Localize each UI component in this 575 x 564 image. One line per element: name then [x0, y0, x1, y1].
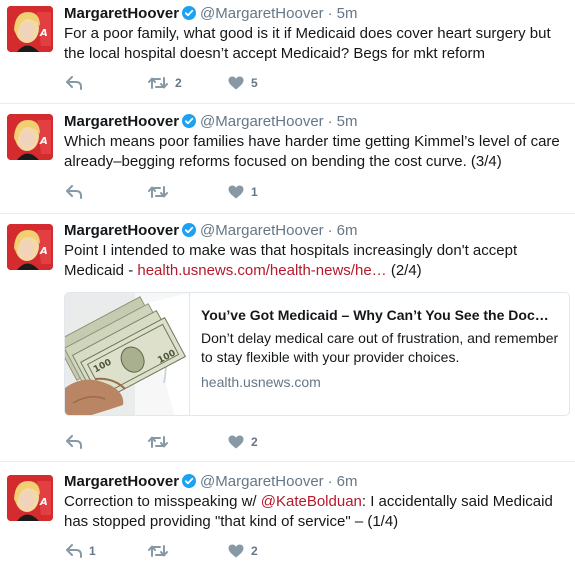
retweet-button[interactable]	[148, 541, 175, 561]
separator-dot: ·	[327, 5, 333, 22]
tweet-text-body: Correction to misspeaking w/	[64, 493, 261, 510]
tweet[interactable]: A MargaretHoover @MargaretHoover · 5m For a…	[0, 0, 575, 104]
tweet-timestamp[interactable]: 6m	[337, 473, 358, 490]
reply-button[interactable]: 1	[66, 541, 96, 561]
author-handle[interactable]: @MargaretHoover	[200, 222, 324, 239]
tweet-header: MargaretHoover @MargaretHoover · 6m	[64, 472, 358, 492]
like-button[interactable]: 5	[228, 73, 258, 93]
card-image-money: 100 100	[65, 293, 190, 415]
reply-button[interactable]	[66, 73, 89, 93]
tweet-text-suffix: (2/4)	[386, 262, 422, 279]
tweet-header: MargaretHoover @MargaretHoover · 5m	[64, 112, 358, 132]
verified-badge-icon	[182, 6, 197, 26]
author-handle[interactable]: @MargaretHoover	[200, 5, 324, 22]
tweet-header: MargaretHoover @MargaretHoover · 6m	[64, 221, 358, 241]
retweet-icon	[148, 76, 168, 90]
tweet-timestamp[interactable]: 5m	[337, 5, 358, 22]
avatar[interactable]: A	[7, 224, 53, 270]
avatar[interactable]: A	[7, 6, 53, 52]
verified-badge-icon	[182, 223, 197, 243]
svg-text:A: A	[39, 497, 48, 508]
avatar[interactable]: A	[7, 114, 53, 160]
reply-count: 1	[89, 544, 96, 558]
like-count: 5	[251, 76, 258, 90]
retweet-button[interactable]	[148, 432, 175, 452]
retweet-button[interactable]	[148, 182, 175, 202]
heart-icon	[228, 435, 244, 449]
card-title: You’ve Got Medicaid – Why Can’t You See …	[201, 307, 549, 323]
heart-icon	[228, 185, 244, 199]
tweet[interactable]: A MargaretHoover @MargaretHoover · 6m Point…	[0, 214, 575, 462]
heart-icon	[228, 544, 244, 558]
author-handle[interactable]: @MargaretHoover	[200, 473, 324, 490]
separator-dot: ·	[327, 222, 333, 239]
like-count: 2	[251, 435, 258, 449]
svg-text:A: A	[39, 136, 48, 147]
tweet-header: MargaretHoover @MargaretHoover · 5m	[64, 4, 358, 24]
verified-badge-icon	[182, 474, 197, 494]
reply-button[interactable]	[66, 182, 89, 202]
author-handle[interactable]: @MargaretHoover	[200, 113, 324, 130]
tweet-text: Correction to misspeaking w/ @KateBoldua…	[64, 492, 564, 532]
tweet-link[interactable]: health.usnews.com/health-news/he…	[137, 262, 386, 279]
author-name[interactable]: MargaretHoover	[64, 113, 179, 130]
tweet[interactable]: A MargaretHoover @MargaretHoover · 5m Which…	[0, 104, 575, 214]
reply-button[interactable]	[66, 432, 89, 452]
separator-dot: ·	[327, 473, 333, 490]
svg-text:A: A	[39, 28, 48, 39]
tweet-timestamp[interactable]: 6m	[337, 222, 358, 239]
reply-icon	[66, 185, 82, 199]
card-description: Don’t delay medical care out of frustrat…	[201, 330, 559, 365]
like-button[interactable]: 2	[228, 541, 258, 561]
separator-dot: ·	[327, 113, 333, 130]
like-button[interactable]: 2	[228, 432, 258, 452]
tweet[interactable]: A MargaretHoover @MargaretHoover · 6m Corre…	[0, 462, 575, 564]
tweet-text: Which means poor families have harder ti…	[64, 133, 560, 170]
link-preview-card[interactable]: 100 100 You’ve Got Medicaid – Why Can’t …	[64, 292, 570, 416]
card-domain: health.usnews.com	[201, 374, 321, 390]
like-count: 2	[251, 544, 258, 558]
reply-icon	[66, 76, 82, 90]
tweet-text: Point I intended to make was that hospit…	[64, 241, 564, 281]
mention-link[interactable]: @KateBolduan	[261, 493, 362, 510]
retweet-icon	[148, 185, 168, 199]
like-count: 1	[251, 185, 258, 199]
retweet-button[interactable]: 2	[148, 73, 182, 93]
reply-icon	[66, 544, 82, 558]
author-name[interactable]: MargaretHoover	[64, 473, 179, 490]
tweet-timestamp[interactable]: 5m	[337, 113, 358, 130]
heart-icon	[228, 76, 244, 90]
author-name[interactable]: MargaretHoover	[64, 222, 179, 239]
avatar[interactable]: A	[7, 475, 53, 521]
like-button[interactable]: 1	[228, 182, 258, 202]
verified-badge-icon	[182, 114, 197, 134]
retweet-icon	[148, 544, 168, 558]
timeline: A MargaretHoover @MargaretHoover · 5m For a…	[0, 0, 575, 564]
retweet-count: 2	[175, 76, 182, 90]
tweet-text: For a poor family, what good is it if Me…	[64, 25, 551, 62]
author-name[interactable]: MargaretHoover	[64, 5, 179, 22]
reply-icon	[66, 435, 82, 449]
card-body: You’ve Got Medicaid – Why Can’t You See …	[201, 305, 561, 391]
retweet-icon	[148, 435, 168, 449]
svg-text:A: A	[39, 246, 48, 257]
